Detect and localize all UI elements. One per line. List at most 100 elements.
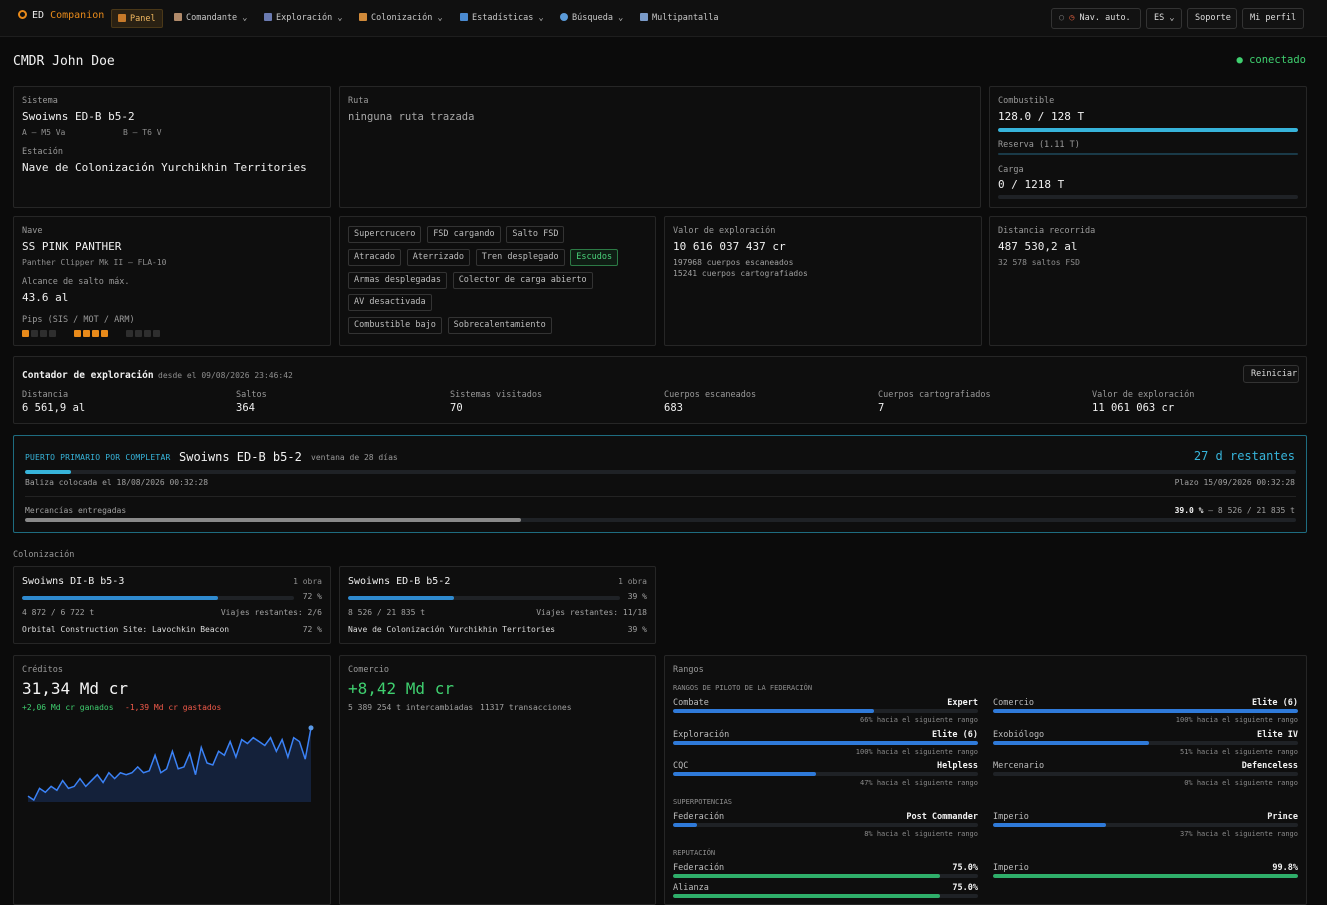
- chart-last-point: [308, 725, 314, 731]
- pip: [40, 330, 47, 337]
- pip: [74, 330, 81, 337]
- search-icon: [560, 13, 568, 21]
- nav-statistics[interactable]: Estadísticas ⌄: [454, 9, 550, 28]
- rank-value: Defenceless: [1241, 761, 1298, 771]
- nav-commander[interactable]: Comandante ⌄: [168, 9, 253, 28]
- station-name: Nave de Colonización Yurchikhin Territor…: [22, 161, 307, 174]
- rank-progress-text: 37% hacia el siguiente rango: [1179, 830, 1298, 838]
- nav-colonization[interactable]: Colonización ⌄: [353, 9, 449, 28]
- status-flag: Combustible bajo: [348, 317, 442, 335]
- status-flags-card: Supercrucero FSD cargando Salto FSD Atracad…: [339, 216, 656, 346]
- rank-value: Elite IV: [1257, 729, 1298, 740]
- rank-name: Combate: [673, 698, 709, 708]
- pip: [135, 330, 142, 337]
- days-remaining: 27 d restantes: [1193, 449, 1295, 463]
- rank-name: Mercenario: [993, 761, 1045, 771]
- support-button[interactable]: Soporte: [1187, 8, 1237, 29]
- nav-exploration[interactable]: Exploración ⌄: [258, 9, 349, 28]
- counter-stat-value: 70: [450, 402, 463, 414]
- rank-progress-bar: [673, 772, 978, 776]
- counter-stat-value: 364: [236, 402, 255, 414]
- rank-name: Imperio: [993, 863, 1029, 873]
- colony-site-pct: 72 %: [302, 625, 322, 634]
- profile-button[interactable]: Mi perfil: [1242, 8, 1304, 29]
- counter-stat-label: Valor de exploración: [1092, 390, 1195, 400]
- works-count: 1 obra: [293, 577, 322, 586]
- nav-multiscreen[interactable]: Multipantalla: [634, 9, 725, 28]
- pip: [49, 330, 56, 337]
- status-flag: Salto FSD: [506, 226, 565, 243]
- chart-area: [28, 727, 311, 802]
- status-flag: FSD cargando: [427, 226, 501, 243]
- pip: [31, 330, 38, 337]
- status-flag: Atracado: [348, 248, 401, 266]
- commander-name: CMDR John Doe: [13, 54, 115, 69]
- rank-progress-text: 0% hacia el siguiente rango: [1184, 779, 1298, 787]
- system-name[interactable]: Swoiwns ED-B b5-2: [22, 110, 135, 123]
- divider: [25, 496, 1296, 497]
- distance-card: Distancia recorrida 487 530,2 al 32 578 …: [989, 216, 1307, 346]
- port-badge: PUERTO PRIMARIO POR COMPLETAR: [25, 453, 171, 462]
- counter-stat-value: 7: [878, 402, 885, 414]
- credits-chart: [27, 725, 314, 802]
- status-flag: Armas desplegadas: [348, 271, 447, 289]
- rank-progress-text: 66% hacia el siguiente rango: [859, 716, 978, 724]
- rank-progress-bar: [673, 740, 978, 745]
- rank-name: Imperio: [993, 812, 1029, 822]
- reserve-bar: [998, 153, 1298, 155]
- counter-stat-value: 11 061 063 cr: [1092, 402, 1175, 414]
- counter-stat-label: Cuerpos cartografiados: [878, 390, 991, 400]
- credits-card: Créditos 31,34 Md cr +2,06 Md cr ganados…: [13, 655, 331, 905]
- counter-stat-label: Cuerpos escaneados: [664, 390, 757, 400]
- colony-progress-bar: [22, 596, 294, 600]
- language-select[interactable]: ES ⌄: [1146, 8, 1182, 29]
- status-flag: Aterrizado: [406, 248, 470, 266]
- rank-value: 75.0%: [952, 883, 978, 893]
- primary-port-card: PUERTO PRIMARIO POR COMPLETAR Swoiwns ED…: [13, 435, 1307, 533]
- colonization-card[interactable]: Swoiwns DI-B b5-3 1 obra 72 % 4 872 / 6 722…: [13, 566, 331, 644]
- rank-progress-bar: [673, 709, 978, 713]
- colony-tons: 4 872 / 6 722 t: [22, 608, 95, 617]
- counter-stat-value: 683: [664, 402, 683, 414]
- auto-nav-button[interactable]: ○ ◷ Nav. auto.: [1051, 8, 1141, 29]
- rank-value: Helpless: [937, 761, 978, 771]
- brand-logo[interactable]: ED Companion: [18, 10, 104, 21]
- rank-progress-text: 47% hacia el siguiente rango: [859, 779, 978, 787]
- reset-button[interactable]: Reiniciar: [1243, 365, 1299, 383]
- ship-card: Nave SS PINK PANTHER Panther Clipper Mk …: [13, 216, 331, 346]
- exploration-counter-card: Contador de exploración desde el 09/08/2…: [13, 356, 1307, 424]
- connection-status: ● conectado: [1236, 54, 1306, 66]
- pip: [144, 330, 151, 337]
- rank-value: Expert: [947, 698, 978, 708]
- rank-name: Exobiólogo: [993, 729, 1045, 740]
- home-icon: [118, 14, 126, 22]
- nav-search[interactable]: Búsqueda ⌄: [554, 9, 629, 28]
- counter-stat-label: Distancia: [22, 390, 69, 400]
- nav-panel[interactable]: Panel: [111, 9, 163, 28]
- colony-tons: 8 526 / 21 835 t: [348, 608, 426, 617]
- rank-name: Alianza: [673, 883, 709, 893]
- colonization-card[interactable]: Swoiwns ED-B b5-2 1 obra 39 % 8 526 / 21 83…: [339, 566, 656, 644]
- chevron-down-icon: ⌄: [1169, 13, 1175, 23]
- goods-bar: [25, 518, 1296, 522]
- rank-progress-bar: [673, 894, 978, 898]
- pip: [22, 330, 29, 337]
- rank-name: Exploración: [673, 729, 730, 740]
- rank-value: 99.8%: [1272, 863, 1298, 873]
- rank-value: Post Commander: [906, 812, 978, 822]
- toggle-dot-icon: ○: [1059, 13, 1065, 23]
- colony-progress-bar: [348, 596, 620, 600]
- colony-pct: 72 %: [302, 592, 322, 601]
- status-dot-icon: ●: [1236, 54, 1243, 66]
- pip: [92, 330, 99, 337]
- pip: [126, 330, 133, 337]
- rank-name: Federación: [673, 812, 725, 822]
- rank-name: CQC: [673, 761, 689, 771]
- pip: [153, 330, 160, 337]
- user-icon: [174, 13, 182, 21]
- pip: [83, 330, 90, 337]
- clock-icon: ◷: [1069, 13, 1075, 23]
- status-flag: Escudos: [570, 248, 619, 266]
- exploration-value-card: Valor de exploración 10 616 037 437 cr 1…: [664, 216, 982, 346]
- telescope-icon: [264, 13, 272, 21]
